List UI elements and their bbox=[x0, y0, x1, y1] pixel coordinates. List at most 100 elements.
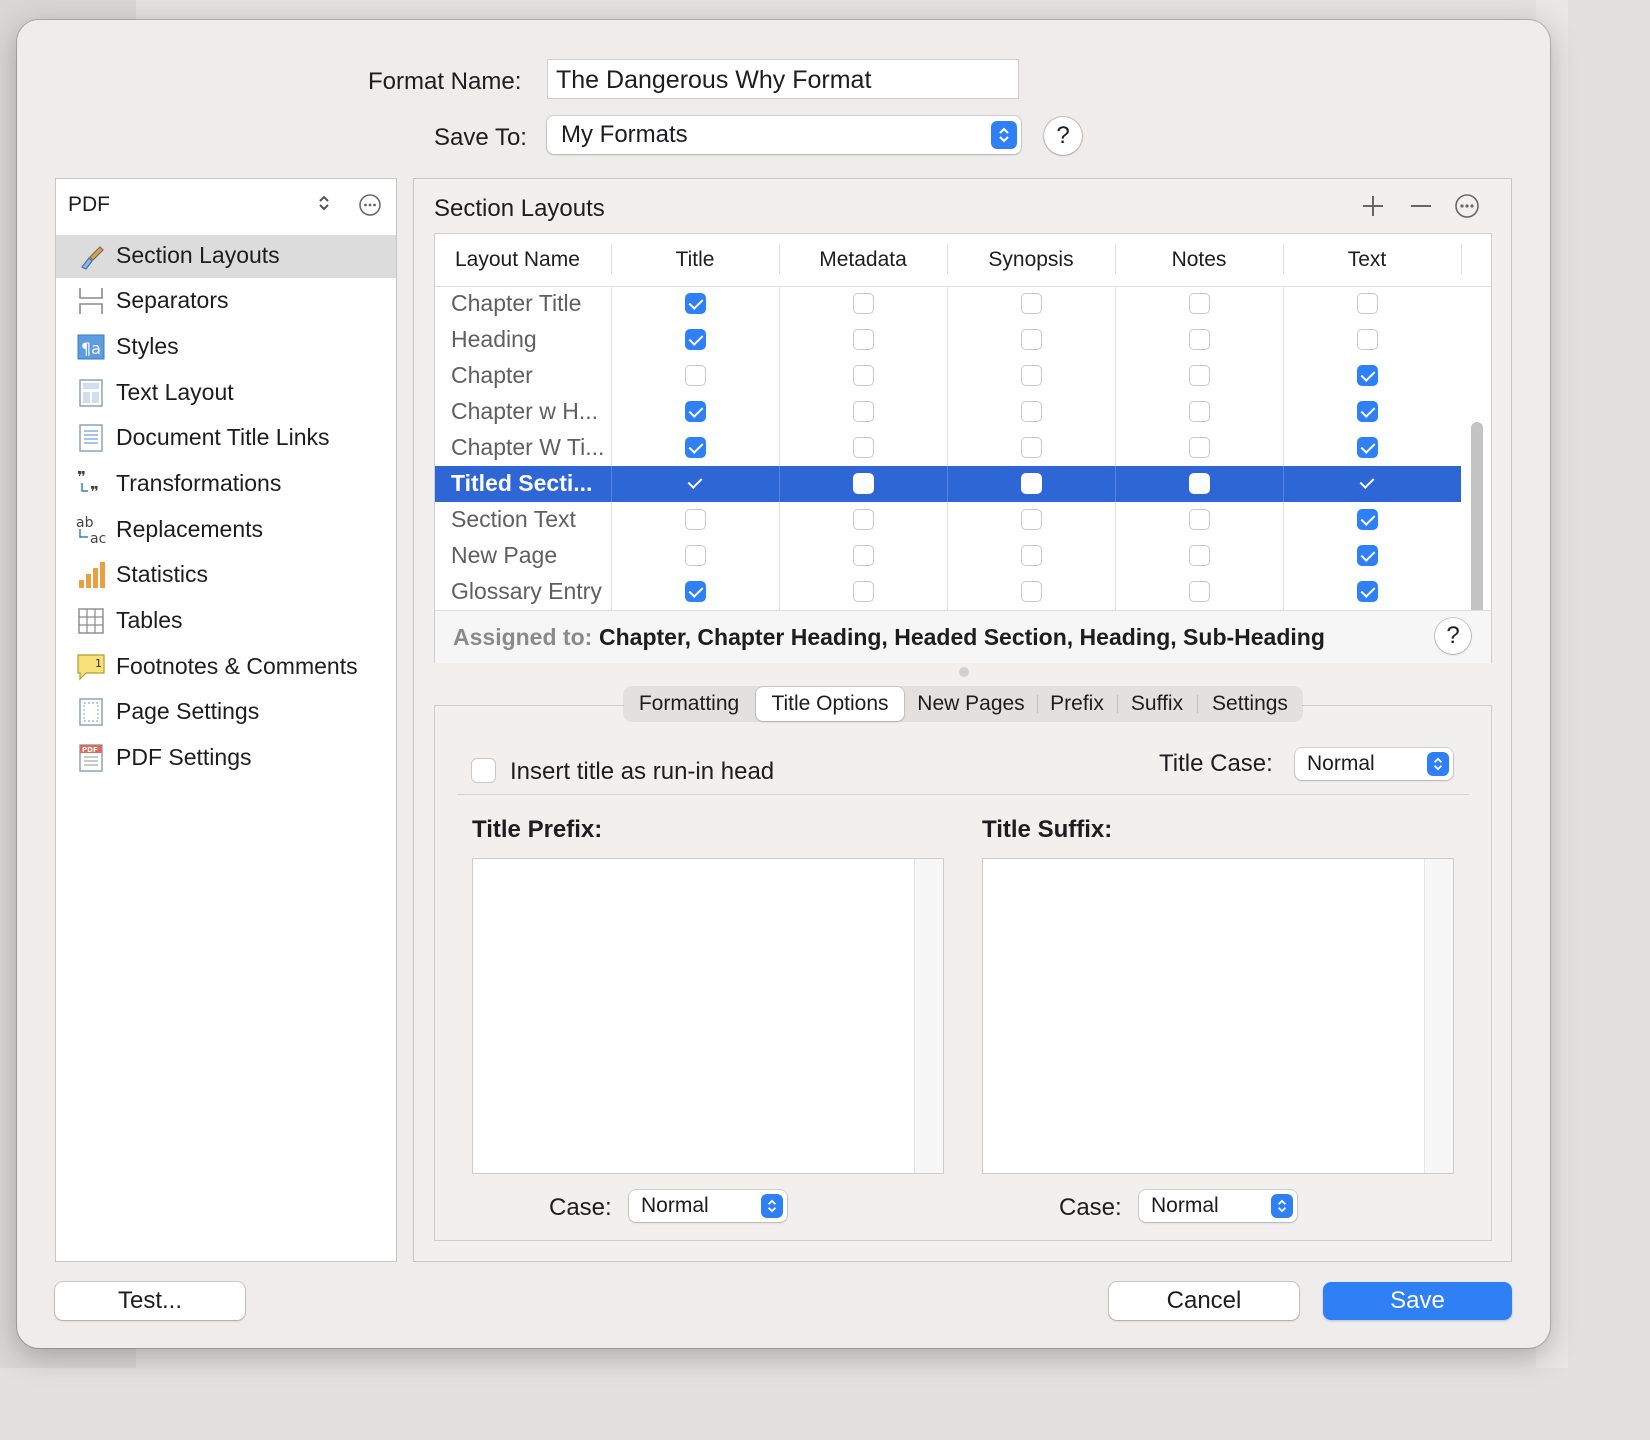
sidebar-item-styles[interactable]: ¶a Styles bbox=[56, 326, 396, 369]
prefix-case-popup[interactable]: Normal bbox=[629, 1190, 787, 1222]
metadata-checkbox[interactable] bbox=[853, 581, 874, 602]
notes-checkbox[interactable] bbox=[1189, 473, 1210, 494]
tab-suffix[interactable]: Suffix bbox=[1118, 687, 1196, 721]
metadata-checkbox[interactable] bbox=[853, 365, 874, 386]
table-row[interactable]: Chapter bbox=[435, 358, 1461, 394]
column-header-text[interactable]: Text bbox=[1283, 248, 1451, 272]
synopsis-checkbox[interactable] bbox=[1021, 581, 1042, 602]
title-checkbox[interactable] bbox=[685, 437, 706, 458]
cancel-button[interactable]: Cancel bbox=[1109, 1282, 1299, 1320]
suffix-case-popup[interactable]: Normal bbox=[1139, 1190, 1297, 1222]
sidebar-item-document-title-links[interactable]: Document Title Links bbox=[56, 417, 396, 460]
split-handle[interactable] bbox=[959, 667, 969, 677]
format-name-field[interactable]: The Dangerous Why Format bbox=[547, 59, 1019, 99]
notes-checkbox[interactable] bbox=[1189, 545, 1210, 566]
column-header-title[interactable]: Title bbox=[611, 248, 779, 272]
title-checkbox[interactable] bbox=[685, 365, 706, 386]
title-checkbox[interactable] bbox=[685, 509, 706, 530]
sidebar-item-section-layouts[interactable]: Section Layouts bbox=[56, 235, 396, 278]
notes-checkbox[interactable] bbox=[1189, 329, 1210, 350]
prefix-scrollbar[interactable] bbox=[914, 859, 943, 1173]
title-checkbox[interactable] bbox=[685, 581, 706, 602]
synopsis-checkbox[interactable] bbox=[1021, 329, 1042, 350]
synopsis-checkbox[interactable] bbox=[1021, 509, 1042, 530]
column-header-synopsis[interactable]: Synopsis bbox=[947, 248, 1115, 272]
tab-formatting[interactable]: Formatting bbox=[624, 687, 754, 721]
table-row[interactable]: Heading bbox=[435, 322, 1461, 358]
metadata-checkbox[interactable] bbox=[853, 509, 874, 530]
table-row[interactable]: Titled Secti... bbox=[435, 466, 1461, 502]
tab-new-pages[interactable]: New Pages bbox=[906, 687, 1036, 721]
sidebar-item-footnotes-comments[interactable]: 1 Footnotes & Comments bbox=[56, 646, 396, 689]
text-checkbox[interactable] bbox=[1357, 401, 1378, 422]
title-case-popup[interactable]: Normal bbox=[1295, 748, 1453, 780]
title-checkbox[interactable] bbox=[685, 545, 706, 566]
run-in-head-checkbox[interactable] bbox=[471, 758, 496, 783]
text-checkbox[interactable] bbox=[1357, 545, 1378, 566]
title-checkbox[interactable] bbox=[685, 329, 706, 350]
test-button[interactable]: Test... bbox=[55, 1282, 245, 1320]
table-row[interactable]: Chapter Title bbox=[435, 286, 1461, 322]
column-header-layout-name[interactable]: Layout Name bbox=[455, 248, 580, 272]
assigned-help-button[interactable]: ? bbox=[1435, 618, 1471, 654]
text-checkbox[interactable] bbox=[1357, 581, 1378, 602]
tab-settings[interactable]: Settings bbox=[1198, 687, 1302, 721]
metadata-checkbox[interactable] bbox=[853, 437, 874, 458]
format-type-chevron-icon[interactable] bbox=[316, 191, 332, 215]
notes-checkbox[interactable] bbox=[1189, 365, 1210, 386]
add-icon[interactable] bbox=[1360, 193, 1386, 219]
title-checkbox[interactable] bbox=[685, 293, 706, 314]
metadata-checkbox[interactable] bbox=[853, 293, 874, 314]
text-checkbox[interactable] bbox=[1357, 365, 1378, 386]
save-button[interactable]: Save bbox=[1323, 1282, 1512, 1320]
table-row[interactable]: New Page bbox=[435, 538, 1461, 574]
column-header-metadata[interactable]: Metadata bbox=[779, 248, 947, 272]
metadata-checkbox[interactable] bbox=[853, 473, 874, 494]
sidebar-more-icon[interactable] bbox=[358, 193, 382, 217]
synopsis-checkbox[interactable] bbox=[1021, 365, 1042, 386]
text-checkbox[interactable] bbox=[1357, 293, 1378, 314]
remove-icon[interactable] bbox=[1408, 193, 1434, 219]
notes-checkbox[interactable] bbox=[1189, 509, 1210, 530]
text-checkbox[interactable] bbox=[1357, 437, 1378, 458]
table-row[interactable]: Section Text bbox=[435, 502, 1461, 538]
text-checkbox[interactable] bbox=[1357, 509, 1378, 530]
sidebar-item-text-layout[interactable]: Text Layout bbox=[56, 372, 396, 415]
metadata-checkbox[interactable] bbox=[853, 401, 874, 422]
notes-checkbox[interactable] bbox=[1189, 293, 1210, 314]
sidebar-item-tables[interactable]: Tables bbox=[56, 600, 396, 643]
synopsis-checkbox[interactable] bbox=[1021, 545, 1042, 566]
save-to-popup[interactable]: My Formats bbox=[547, 116, 1021, 154]
notes-checkbox[interactable] bbox=[1189, 437, 1210, 458]
notes-checkbox[interactable] bbox=[1189, 581, 1210, 602]
sidebar-item-replacements[interactable]: ab ac Replacements bbox=[56, 509, 396, 552]
tab-title-options[interactable]: Title Options bbox=[756, 687, 904, 721]
metadata-checkbox[interactable] bbox=[853, 329, 874, 350]
sidebar-item-separators[interactable]: Separators bbox=[56, 280, 396, 323]
table-row[interactable]: Chapter w H... bbox=[435, 394, 1461, 430]
sidebar-item-transformations[interactable]: ❞ ❞ Transformations bbox=[56, 463, 396, 506]
synopsis-checkbox[interactable] bbox=[1021, 401, 1042, 422]
help-button[interactable]: ? bbox=[1044, 117, 1082, 155]
synopsis-checkbox[interactable] bbox=[1021, 473, 1042, 494]
tab-prefix[interactable]: Prefix bbox=[1038, 687, 1116, 721]
sidebar-item-pdf-settings[interactable]: PDF PDF Settings bbox=[56, 737, 396, 780]
column-header-notes[interactable]: Notes bbox=[1115, 248, 1283, 272]
table-row[interactable]: Glossary Entry bbox=[435, 574, 1461, 610]
table-row[interactable]: Chapter W Ti... bbox=[435, 430, 1461, 466]
title-checkbox[interactable] bbox=[685, 401, 706, 422]
notes-checkbox[interactable] bbox=[1189, 401, 1210, 422]
metadata-checkbox[interactable] bbox=[853, 545, 874, 566]
synopsis-checkbox[interactable] bbox=[1021, 293, 1042, 314]
assigned-to-value: Chapter, Chapter Heading, Headed Section… bbox=[599, 624, 1325, 650]
suffix-scrollbar[interactable] bbox=[1424, 859, 1453, 1173]
text-checkbox[interactable] bbox=[1357, 473, 1378, 494]
title-prefix-textarea[interactable] bbox=[472, 858, 944, 1174]
sidebar-item-page-settings[interactable]: Page Settings bbox=[56, 691, 396, 734]
title-suffix-textarea[interactable] bbox=[982, 858, 1454, 1174]
text-checkbox[interactable] bbox=[1357, 329, 1378, 350]
more-options-icon[interactable] bbox=[1454, 193, 1480, 219]
sidebar-item-statistics[interactable]: Statistics bbox=[56, 554, 396, 597]
synopsis-checkbox[interactable] bbox=[1021, 437, 1042, 458]
title-checkbox[interactable] bbox=[685, 473, 706, 494]
